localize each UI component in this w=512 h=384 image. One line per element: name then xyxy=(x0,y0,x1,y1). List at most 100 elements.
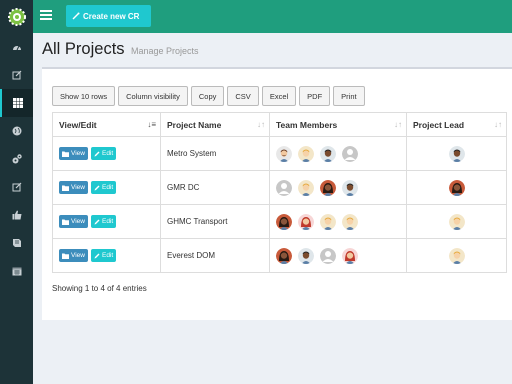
page-title: All Projects xyxy=(42,40,125,58)
project-lead-avatar xyxy=(448,145,465,162)
edit-button[interactable]: Edit xyxy=(90,181,117,194)
page-subtitle: Manage Projects xyxy=(130,46,199,56)
column-header-label: Team Members xyxy=(276,119,338,130)
view-label: View xyxy=(71,252,85,259)
edit-label: Edit xyxy=(101,184,114,191)
globe-icon xyxy=(12,126,21,136)
team-member-avatar xyxy=(276,179,292,196)
table-row: View Edit Everest DOM xyxy=(52,238,507,273)
project-lead-cell xyxy=(406,238,507,273)
pencil-icon xyxy=(94,151,100,156)
top-bar: Create new CR xyxy=(0,0,512,33)
table-row: View Edit GHMC Transport xyxy=(52,204,507,239)
project-name-cell: GMR DC xyxy=(160,170,270,205)
sort-icon: ↓↑ xyxy=(494,120,502,129)
sidebar-item-dashboard[interactable] xyxy=(0,33,33,61)
view-label: View xyxy=(71,150,85,157)
team-member-avatar xyxy=(342,145,358,162)
team-member-avatar xyxy=(298,179,314,196)
team-member-avatar xyxy=(320,213,336,230)
edit-label: Edit xyxy=(101,218,114,225)
sidebar-item-projects[interactable] xyxy=(0,89,33,117)
edit-icon xyxy=(12,182,21,192)
team-members-cell xyxy=(269,136,407,171)
sidebar-item-edit-2[interactable] xyxy=(0,173,33,201)
sidebar xyxy=(0,33,33,384)
view-edit-cell: View Edit xyxy=(52,238,161,273)
edit-button[interactable]: Edit xyxy=(90,147,117,160)
sidebar-item-book[interactable] xyxy=(0,229,33,257)
team-member-avatar xyxy=(276,213,292,230)
column-header-team-members[interactable]: Team Members ↓↑ xyxy=(269,112,407,137)
sort-asc-icon: ↓≡ xyxy=(147,120,156,129)
sidebar-item-settings[interactable] xyxy=(0,145,33,173)
edit-button[interactable]: Edit xyxy=(90,215,117,228)
table-header-row: View/Edit ↓≡ Project Name ↓↑ Team Members ↓… xyxy=(52,112,507,137)
app-logo[interactable] xyxy=(0,0,33,33)
excel-button[interactable]: Excel xyxy=(261,86,297,106)
team-member-avatar xyxy=(298,145,314,162)
team-member-avatar xyxy=(342,179,358,196)
projects-table: View/Edit ↓≡ Project Name ↓↑ Team Members ↓… xyxy=(52,112,507,273)
column-header-project-name[interactable]: Project Name ↓↑ xyxy=(160,112,270,137)
edit-label: Edit xyxy=(101,150,114,157)
project-lead-cell xyxy=(406,170,507,205)
menu-toggle-icon[interactable] xyxy=(40,10,52,22)
sidebar-item-calendar[interactable] xyxy=(0,257,33,285)
sidebar-item-likes[interactable] xyxy=(0,201,33,229)
sidebar-item-edit[interactable] xyxy=(0,61,33,89)
pencil-icon xyxy=(94,219,100,224)
team-member-avatar xyxy=(342,213,358,230)
show-rows-button[interactable]: Show 10 rows xyxy=(52,86,116,106)
create-cr-button[interactable]: Create new CR xyxy=(66,5,151,27)
projects-panel: Show 10 rows Column visibility Copy CSV … xyxy=(42,67,512,320)
column-header-label: Project Lead xyxy=(413,119,465,130)
team-member-avatar xyxy=(342,247,358,264)
print-button[interactable]: Print xyxy=(333,86,365,106)
view-edit-cell: View Edit xyxy=(52,170,161,205)
dashboard-icon xyxy=(12,45,21,51)
edit-label: Edit xyxy=(101,252,114,259)
team-member-avatar xyxy=(298,213,314,230)
project-lead-avatar xyxy=(448,213,465,230)
view-label: View xyxy=(71,218,85,225)
column-header-view-edit[interactable]: View/Edit ↓≡ xyxy=(52,112,161,137)
view-button[interactable]: View xyxy=(59,181,88,194)
sidebar-item-globe[interactable] xyxy=(0,117,33,145)
team-member-avatar xyxy=(320,179,336,196)
project-name-cell: Everest DOM xyxy=(160,238,270,273)
sort-icon: ↓↑ xyxy=(257,120,265,129)
copy-button[interactable]: Copy xyxy=(190,86,225,106)
view-edit-cell: View Edit xyxy=(52,204,161,239)
book-icon xyxy=(12,239,21,247)
column-visibility-button[interactable]: Column visibility xyxy=(118,86,188,106)
page-header: All Projects Manage Projects xyxy=(42,40,199,59)
view-button[interactable]: View xyxy=(59,147,88,160)
pdf-button[interactable]: PDF xyxy=(299,86,331,106)
column-header-label: Project Name xyxy=(167,119,222,130)
project-lead-avatar xyxy=(448,247,465,264)
grid-icon xyxy=(12,98,23,108)
team-member-avatar xyxy=(298,247,314,264)
view-label: View xyxy=(71,184,85,191)
team-member-avatar xyxy=(276,145,292,162)
project-lead-avatar xyxy=(448,179,465,196)
edit-button[interactable]: Edit xyxy=(90,249,117,262)
cogs-icon xyxy=(12,154,22,164)
team-members-cell xyxy=(269,170,407,205)
table-info: Showing 1 to 4 of 4 entries xyxy=(52,284,147,293)
team-member-avatar xyxy=(320,145,336,162)
team-members-cell xyxy=(269,204,407,239)
view-button[interactable]: View xyxy=(59,215,88,228)
column-header-project-lead[interactable]: Project Lead ↓↑ xyxy=(406,112,507,137)
table-row: View Edit Metro System xyxy=(52,136,507,171)
team-member-avatar xyxy=(276,247,292,264)
folder-icon xyxy=(62,219,69,225)
create-cr-label: Create new CR xyxy=(83,11,140,21)
edit-icon xyxy=(12,70,21,80)
team-members-cell xyxy=(269,238,407,273)
csv-button[interactable]: CSV xyxy=(227,86,259,106)
view-button[interactable]: View xyxy=(59,249,88,262)
thumbs-up-icon xyxy=(12,210,21,220)
gear-logo-icon xyxy=(7,7,26,26)
